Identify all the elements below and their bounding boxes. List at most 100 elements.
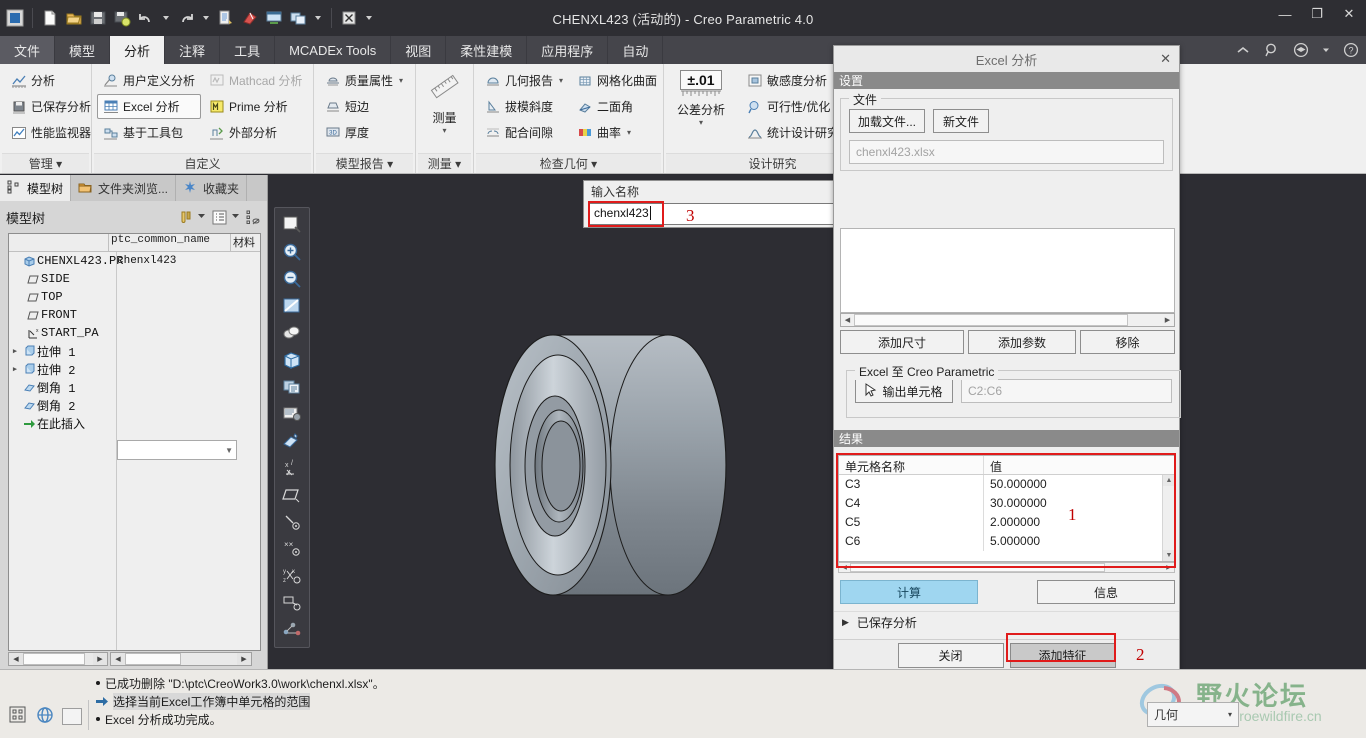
zoom-in-icon[interactable] — [279, 240, 305, 264]
nav-tab-folder-browser[interactable]: 文件夹浏览... — [71, 175, 176, 201]
selection-filter-icon[interactable] — [8, 706, 28, 727]
tree-item-start-part[interactable]: x START_PA — [9, 324, 260, 342]
tree-item-chamfer-2[interactable]: 倒角 2 — [9, 396, 260, 414]
tab-auto[interactable]: 自动 — [608, 36, 663, 64]
scroll-left-icon[interactable]: ◀ — [9, 653, 23, 665]
scroll-right-icon[interactable]: ▶ — [1163, 564, 1174, 571]
ribbon-item-excel-analysis[interactable]: Excel 分析 — [97, 94, 201, 119]
csys-display-icon[interactable]: yzx — [279, 564, 305, 588]
tree-item-extrude-2[interactable]: ▶ 拉伸 2 — [9, 360, 260, 378]
saved-orientation-icon[interactable] — [279, 348, 305, 372]
compute-button[interactable]: 计算 — [840, 580, 978, 604]
collapse-ribbon-icon[interactable] — [1232, 39, 1254, 61]
chevron-down-icon[interactable]: ▾ — [559, 76, 563, 85]
qat-more-icon[interactable] — [362, 7, 376, 29]
scroll-left-icon[interactable]: ◀ — [839, 564, 850, 571]
add-feature-button[interactable]: 添加特征 — [1010, 643, 1116, 668]
ribbon-item-sensitivity-analysis[interactable]: 敏感度分析 — [741, 68, 846, 93]
table-row[interactable]: C6 5.000000 — [839, 532, 1174, 551]
redo-icon[interactable] — [175, 7, 197, 29]
tab-file[interactable]: 文件 — [0, 36, 55, 64]
learning-connector-icon[interactable] — [1290, 39, 1312, 61]
ribbon-item-feasibility-optimization[interactable]: 可行性/优化 ▾ — [741, 94, 846, 119]
perspective-view-icon[interactable] — [279, 402, 305, 426]
tab-mcadex-tools[interactable]: MCADEx Tools — [275, 36, 391, 64]
ribbon-item-prime-analysis[interactable]: Prime 分析 — [203, 94, 308, 119]
tree-item-extrude-1[interactable]: ▶ 拉伸 1 — [9, 342, 260, 360]
axis-display-icon[interactable] — [279, 510, 305, 534]
dialog-close-icon[interactable]: ✕ — [1160, 51, 1171, 67]
output-range-field[interactable]: C2:C6 — [961, 379, 1172, 403]
ribbon-item-short-edge[interactable]: 短边 — [319, 94, 409, 119]
redo-dropdown-icon[interactable] — [199, 7, 213, 29]
chevron-down-icon[interactable]: ▾ — [627, 128, 631, 137]
tree-hscrollbar-right[interactable]: ◀ ▶ — [110, 652, 252, 666]
tab-model[interactable]: 模型 — [55, 36, 110, 64]
scroll-track[interactable] — [23, 653, 93, 665]
tab-flexible-modeling[interactable]: 柔性建模 — [446, 36, 527, 64]
add-dimension-button[interactable]: 添加尺寸 — [840, 330, 964, 354]
model-tree[interactable]: ptc_common_name 材料 CHENXL423.PR chenxl42… — [8, 233, 261, 651]
close-window-icon[interactable] — [338, 7, 360, 29]
nav-tab-model-tree[interactable]: 模型树 — [0, 175, 71, 201]
table-row[interactable]: C4 30.000000 — [839, 494, 1174, 513]
tree-hscrollbar-left[interactable]: ◀ ▶ — [8, 652, 108, 666]
tree-item-part[interactable]: CHENXL423.PR chenxl423 — [9, 252, 260, 270]
results-grid[interactable]: 单元格名称 值 C3 50.000000 C4 30.000000 C5 2.0… — [838, 455, 1175, 562]
ribbon-item-performance-monitor[interactable]: 性能监视器 — [5, 120, 97, 145]
ribbon-item-external-analysis[interactable]: 外部分析 — [203, 120, 308, 145]
chevron-down-icon[interactable] — [1319, 39, 1333, 61]
tree-item-side[interactable]: SIDE — [9, 270, 260, 288]
scroll-thumb[interactable] — [850, 563, 1105, 572]
ribbon-item-statistical-design-study[interactable]: 统计设计研究 — [741, 120, 846, 145]
tree-item-top[interactable]: TOP — [9, 288, 260, 306]
erase-icon[interactable] — [239, 7, 261, 29]
window-dropdown-icon[interactable] — [311, 7, 325, 29]
graphics-viewport[interactable]: x/ ×× yzx — [268, 175, 1366, 669]
refit-icon[interactable] — [279, 294, 305, 318]
tab-tools[interactable]: 工具 — [220, 36, 275, 64]
chevron-down-icon[interactable]: ▾ — [442, 126, 446, 135]
tab-analysis[interactable]: 分析 — [110, 36, 165, 64]
app-menu-icon[interactable] — [4, 7, 26, 29]
scroll-right-icon[interactable]: ▶ — [237, 653, 251, 665]
undo-icon[interactable] — [135, 7, 157, 29]
chevron-down-icon[interactable]: ▾ — [699, 118, 703, 127]
zoom-out-icon[interactable] — [279, 267, 305, 291]
spin-center-icon[interactable] — [279, 618, 305, 642]
scroll-up-icon[interactable]: ▲ — [1163, 475, 1175, 486]
scroll-down-icon[interactable]: ▼ — [1163, 550, 1175, 561]
ribbon-item-measure[interactable]: 测量 ▾ — [421, 68, 468, 135]
ribbon-item-thickness[interactable]: 3D 厚度 — [319, 120, 409, 145]
ribbon-item-analysis[interactable]: 分析 — [5, 68, 97, 93]
tree-expander[interactable]: ▶ — [9, 347, 21, 356]
scroll-track[interactable] — [850, 563, 1163, 572]
chevron-down-icon[interactable]: ▾ — [399, 76, 403, 85]
ribbon-item-saved-analysis[interactable]: 已保存分析 — [5, 94, 97, 119]
spin-icon[interactable] — [35, 706, 55, 727]
open-file-icon[interactable] — [63, 7, 85, 29]
window-icon[interactable] — [263, 7, 285, 29]
zoom-window-icon[interactable] — [279, 213, 305, 237]
scroll-left-icon[interactable]: ◀ — [841, 314, 854, 326]
ribbon-item-toolkit-based[interactable]: 基于工具包 — [97, 120, 201, 145]
appearance-icon[interactable] — [279, 429, 305, 453]
ribbon-item-user-defined-analysis[interactable]: 用户定义分析 — [97, 68, 201, 93]
tree-item-front[interactable]: FRONT — [9, 306, 260, 324]
tab-annotate[interactable]: 注释 — [165, 36, 220, 64]
table-row[interactable]: C3 50.000000 — [839, 475, 1174, 494]
search-icon[interactable] — [1261, 39, 1283, 61]
new-file-button[interactable]: 新文件 — [933, 109, 989, 133]
3d-model-part[interactable] — [268, 175, 1366, 669]
scroll-track[interactable] — [125, 653, 237, 665]
minimize-button[interactable]: — — [1274, 4, 1296, 24]
tree-item-chamfer-1[interactable]: 倒角 1 — [9, 378, 260, 396]
annotation-display-icon[interactable] — [279, 591, 305, 615]
tab-view[interactable]: 视图 — [391, 36, 446, 64]
ribbon-item-geometry-report[interactable]: 几何报告 ▾ — [479, 68, 569, 93]
geometry-filter-combobox[interactable]: 几何 ▾ — [1147, 702, 1239, 727]
ribbon-item-tolerance-analysis[interactable]: ±.01 公差分析 ▾ — [669, 68, 733, 127]
expander-icon[interactable]: ▶ — [842, 617, 849, 628]
tab-applications[interactable]: 应用程序 — [527, 36, 608, 64]
scroll-left-icon[interactable]: ◀ — [111, 653, 125, 665]
